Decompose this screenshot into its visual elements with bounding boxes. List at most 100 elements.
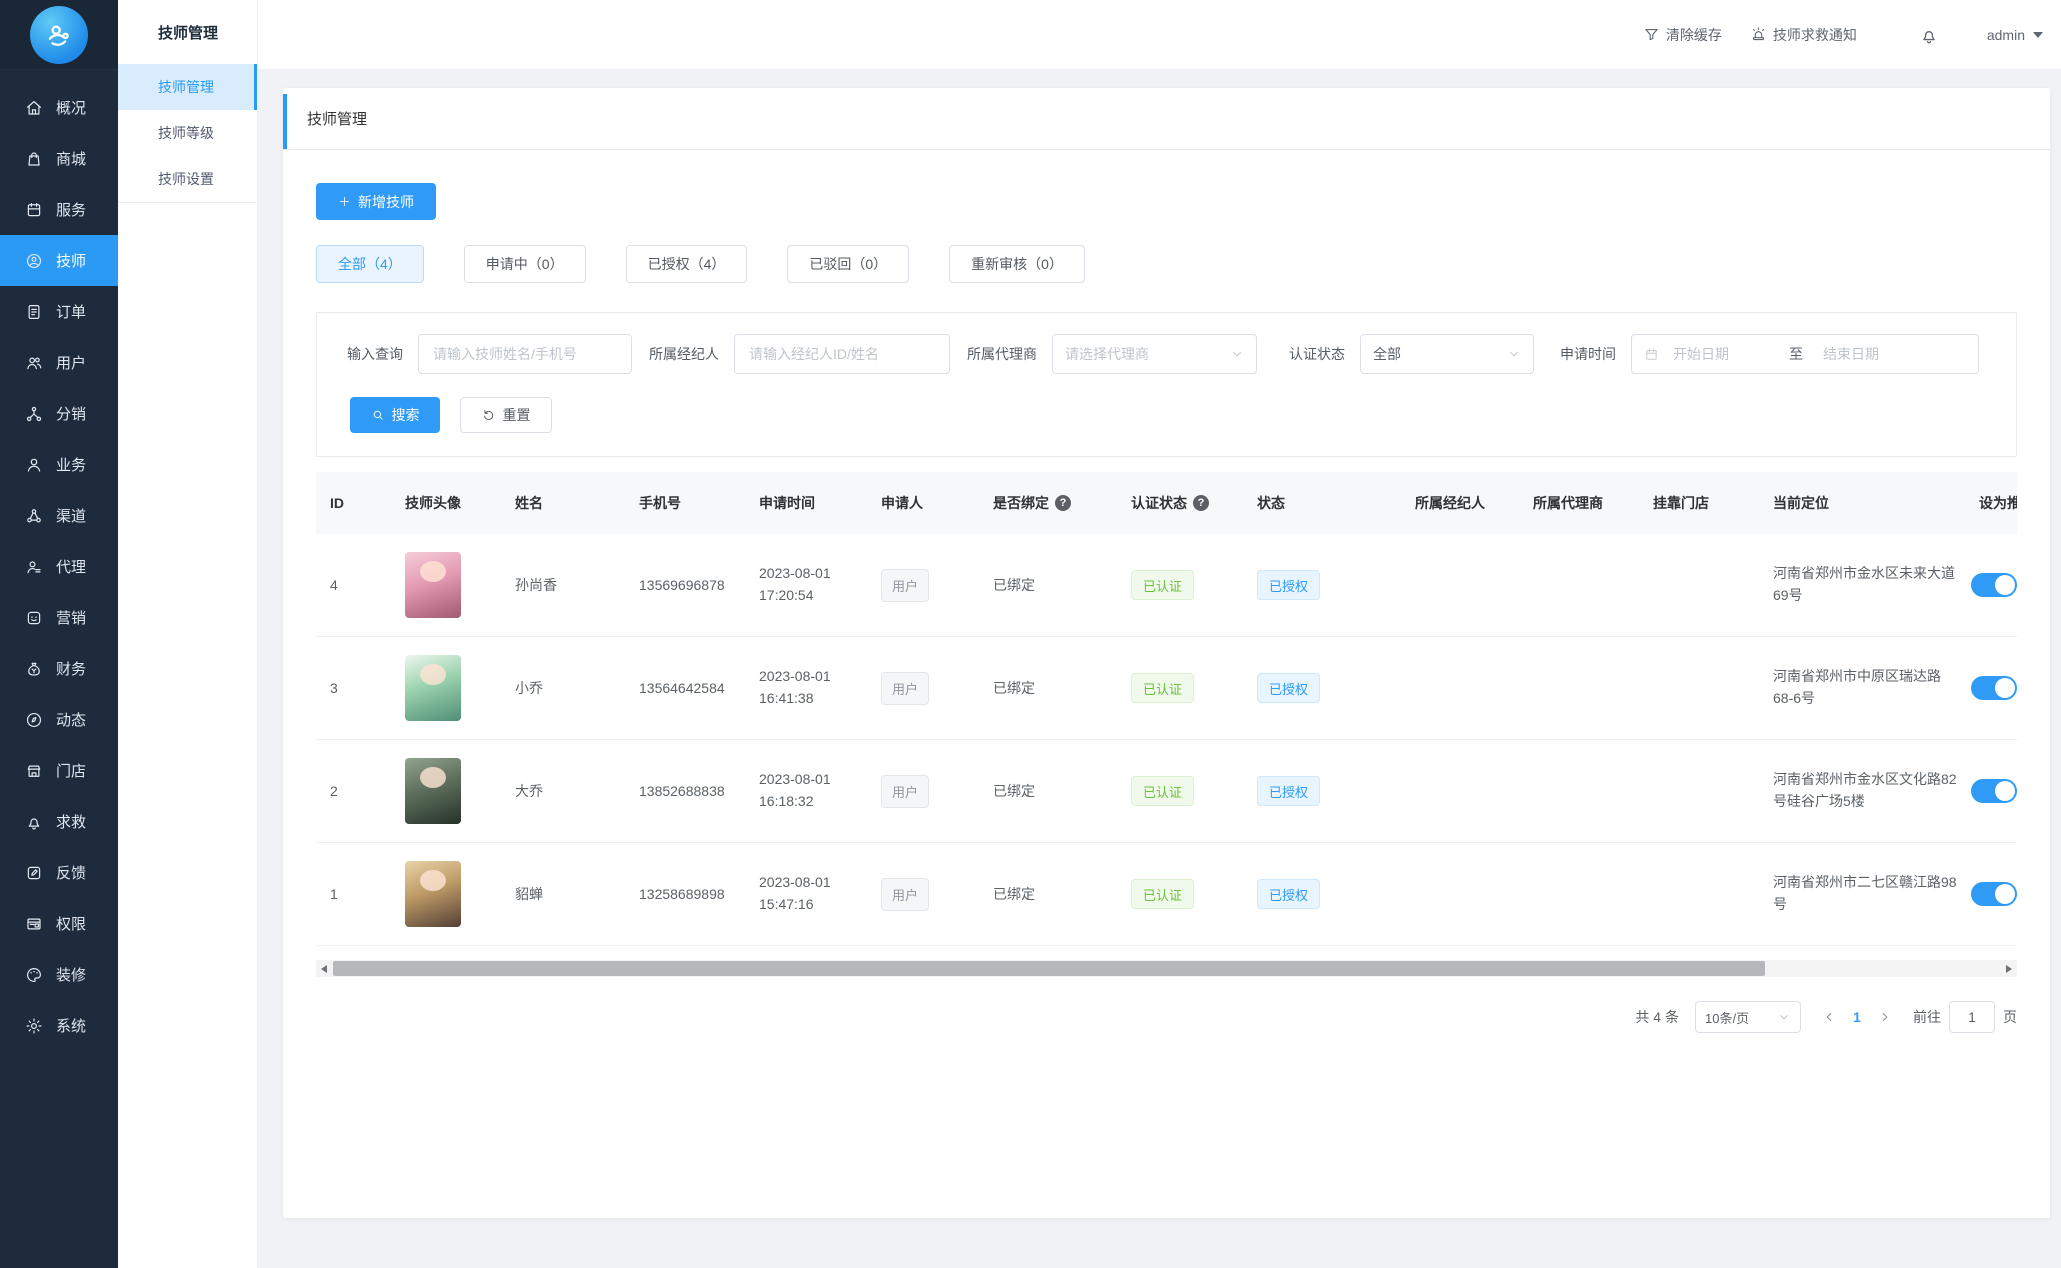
column-header: 姓名	[515, 495, 543, 511]
auth-status-value: 全部	[1373, 346, 1401, 362]
user-menu[interactable]: admin	[1987, 27, 2043, 43]
recommend-toggle[interactable]	[1971, 882, 2017, 906]
reset-button[interactable]: 重置	[460, 397, 552, 433]
applicant-button[interactable]: 用户	[881, 877, 930, 911]
sidebar-item-business[interactable]: 业务	[0, 439, 118, 490]
page-size-value: 10条/页	[1705, 1010, 1750, 1026]
agent-input[interactable]	[734, 334, 950, 374]
table-row: 2 大乔 13852688838 2023-08-01 16:18:32 用户 已…	[316, 740, 2017, 843]
sos-notice-button[interactable]: 技师求救通知	[1750, 25, 1857, 45]
calendar-icon	[25, 201, 43, 219]
sidebar-item-technician[interactable]: 技师	[0, 235, 118, 286]
technician-name: 大乔	[515, 783, 543, 799]
plus-icon	[338, 195, 351, 208]
sidebar-item-store[interactable]: 门店	[0, 745, 118, 796]
apply-time-label: 申请时间	[1560, 346, 1616, 362]
scroll-left-arrow-icon[interactable]	[316, 960, 332, 977]
goto-label: 前往	[1913, 1009, 1941, 1025]
applicant-button[interactable]: 用户	[881, 568, 930, 602]
technician-avatar[interactable]	[405, 552, 461, 618]
apply-date: 2023-08-01	[759, 565, 831, 582]
apply-date: 2023-08-01	[759, 771, 831, 788]
calendar-icon	[1644, 347, 1659, 362]
sidebar-item-overview[interactable]: 概况	[0, 82, 118, 133]
column-header: 所属代理商	[1533, 495, 1603, 511]
recommend-toggle[interactable]	[1971, 676, 2017, 700]
page-title: 技师管理	[307, 111, 368, 128]
sidebar-item-feedback[interactable]: 反馈	[0, 847, 118, 898]
clear-cache-button[interactable]: 清除缓存	[1643, 25, 1722, 45]
technician-avatar[interactable]	[405, 758, 461, 824]
applicant-button[interactable]: 用户	[881, 671, 930, 705]
apply-time-range-picker[interactable]: 开始日期 至 结束日期	[1631, 334, 1979, 374]
sidebar-item-system[interactable]: 系统	[0, 1000, 118, 1051]
submenu-list: 技师管理 技师等级 技师设置	[118, 64, 257, 203]
submenu-item-level[interactable]: 技师等级	[118, 110, 257, 156]
technician-id: 2	[330, 783, 338, 799]
page-size-select[interactable]: 10条/页	[1695, 1001, 1801, 1033]
clear-cache-icon	[1643, 26, 1660, 43]
recommend-toggle[interactable]	[1971, 573, 2017, 597]
sidebar-item-channel[interactable]: 渠道	[0, 490, 118, 541]
sidebar-menu: 概况 商城 服务 技师 订单 用户 分销 业务 渠道 代理 营销 财务 动态 门…	[0, 70, 118, 1051]
tab-applying[interactable]: 申请中（0）	[463, 245, 586, 283]
scrollbar-thumb[interactable]	[333, 961, 1765, 976]
clear-cache-label: 清除缓存	[1665, 26, 1722, 43]
technician-id: 1	[330, 886, 338, 902]
auth-status-select[interactable]: 全部	[1360, 334, 1534, 374]
palette-icon	[25, 966, 43, 984]
current-page[interactable]: 1	[1843, 1009, 1871, 1025]
sidebar-item-user[interactable]: 用户	[0, 337, 118, 388]
tab-all[interactable]: 全部（4）	[316, 245, 424, 283]
edit-box-icon	[25, 864, 43, 882]
username: admin	[1986, 26, 2025, 43]
technician-avatar[interactable]	[405, 861, 461, 927]
technician-phone: 13564642584	[639, 680, 725, 696]
location-text: 河南省郑州市二七区赣江路98号	[1773, 874, 1957, 912]
distributor-select[interactable]: 请选择代理商	[1052, 334, 1257, 374]
tab-authorized[interactable]: 已授权（4）	[625, 245, 748, 283]
sidebar-item-mall[interactable]: 商城	[0, 133, 118, 184]
scroll-right-arrow-icon[interactable]	[2001, 960, 2017, 977]
sidebar-item-permission[interactable]: 权限	[0, 898, 118, 949]
column-header: ID	[330, 495, 344, 511]
add-technician-button[interactable]: 新增技师	[316, 183, 436, 220]
auth-status-tag: 已认证	[1131, 673, 1195, 703]
notification-bell-icon[interactable]	[1919, 25, 1939, 45]
sidebar-item-finance[interactable]: 财务	[0, 643, 118, 694]
next-page-button[interactable]	[1871, 1003, 1899, 1031]
sidebar-item-order[interactable]: 订单	[0, 286, 118, 337]
goto-page-input[interactable]	[1949, 1001, 1995, 1033]
sidebar-item-decoration[interactable]: 装修	[0, 949, 118, 1000]
tab-recheck[interactable]: 重新审核（0）	[949, 245, 1085, 283]
total-count: 共 4 条	[1635, 1009, 1679, 1025]
content-card: 技师管理 新增技师 全部（4） 申请中（0） 已授权（4） 已驳回（0） 重新审核（0）…	[283, 88, 2050, 1218]
help-icon[interactable]: ?	[1193, 495, 1209, 511]
technician-name: 小乔	[515, 680, 543, 696]
horizontal-scrollbar[interactable]	[316, 960, 2017, 977]
query-input[interactable]	[418, 334, 632, 374]
sidebar-item-agent[interactable]: 代理	[0, 541, 118, 592]
submenu-item-settings[interactable]: 技师设置	[118, 156, 257, 202]
technician-avatar[interactable]	[405, 655, 461, 721]
sidebar-item-sos[interactable]: 求救	[0, 796, 118, 847]
sidebar-item-distribution[interactable]: 分销	[0, 388, 118, 439]
status-tag: 已授权	[1257, 673, 1321, 703]
prev-page-button[interactable]	[1815, 1003, 1843, 1031]
table-row: 3 小乔 13564642584 2023-08-01 16:41:38 用户 已…	[316, 637, 2017, 740]
add-technician-label: 新增技师	[358, 193, 414, 210]
sidebar-item-news[interactable]: 动态	[0, 694, 118, 745]
help-icon[interactable]: ?	[1055, 495, 1071, 511]
distributor-label: 所属代理商	[967, 346, 1037, 362]
recommend-toggle[interactable]	[1971, 779, 2017, 803]
tab-rejected[interactable]: 已驳回（0）	[787, 245, 910, 283]
submenu-item-management[interactable]: 技师管理	[118, 64, 257, 110]
start-date-placeholder: 开始日期	[1673, 346, 1729, 362]
search-button[interactable]: 搜索	[350, 397, 440, 433]
applicant-button[interactable]: 用户	[881, 774, 930, 808]
main-content: 技师管理 新增技师 全部（4） 申请中（0） 已授权（4） 已驳回（0） 重新审核（0）…	[258, 70, 2061, 1268]
sidebar-item-marketing[interactable]: 营销	[0, 592, 118, 643]
column-header: 申请人	[881, 495, 923, 511]
app-logo[interactable]	[0, 0, 118, 70]
sidebar-item-service[interactable]: 服务	[0, 184, 118, 235]
